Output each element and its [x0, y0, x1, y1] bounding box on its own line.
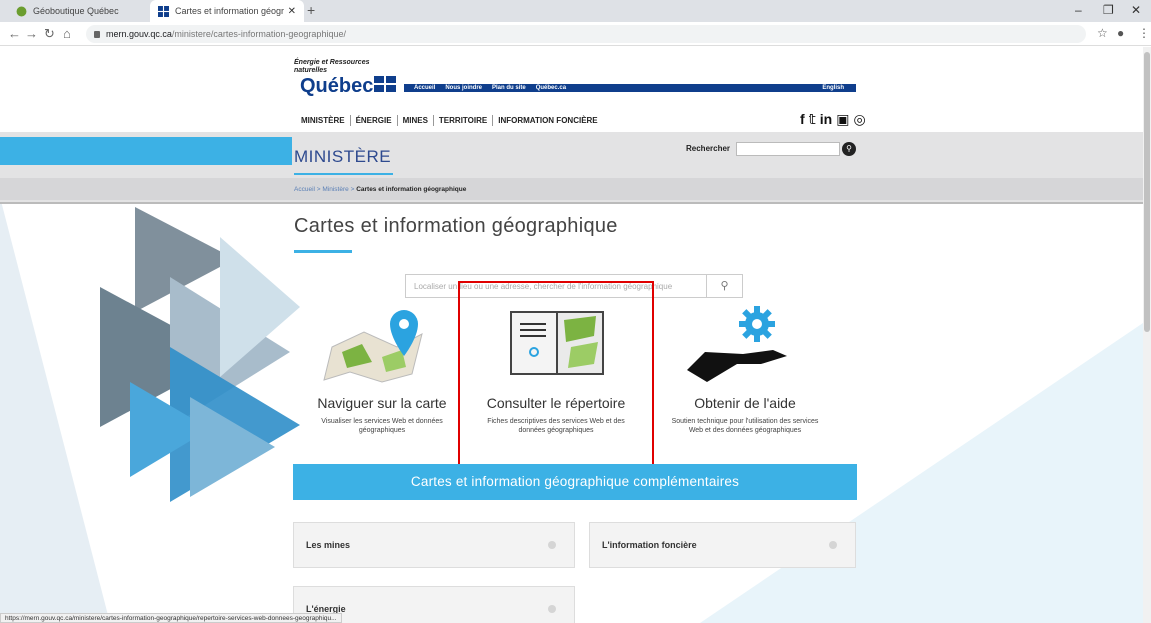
main-nav: MINISTÈRE ÉNERGIE MINES TERRITOIRE INFOR…: [296, 115, 603, 126]
section-accent-bar: [0, 137, 292, 165]
instagram-icon[interactable]: ◎: [853, 111, 865, 128]
quebec-favicon-icon: [158, 5, 169, 17]
forward-icon[interactable]: →: [25, 26, 38, 41]
back-icon[interactable]: ←: [8, 26, 21, 41]
minimize-icon[interactable]: –: [1075, 3, 1082, 17]
site-search-input[interactable]: [736, 142, 840, 156]
card-title: Obtenir de l'aide: [694, 395, 796, 411]
card-aide[interactable]: Obtenir de l'aide Soutien technique pour…: [665, 302, 825, 435]
top-link-accueil[interactable]: Accueil: [414, 85, 435, 91]
expand-icon[interactable]: [548, 605, 556, 613]
social-links: f 𝕥 in ▣ ◎: [800, 111, 866, 128]
card-desc: Soutien technique pour l'utilisation des…: [671, 418, 819, 434]
close-tab-icon[interactable]: ✕: [288, 6, 296, 17]
page-title: Cartes et information géographique: [294, 215, 618, 237]
accordion-label: L'information foncière: [602, 540, 697, 550]
bookmark-star-icon[interactable]: ☆: [1097, 26, 1108, 40]
top-link-quebec-ca[interactable]: Québec.ca: [536, 85, 566, 91]
linkedin-icon[interactable]: in: [820, 111, 832, 128]
scrollbar-thumb[interactable]: [1144, 52, 1150, 332]
expand-icon[interactable]: [548, 541, 556, 549]
english-link[interactable]: English: [822, 85, 844, 91]
twitter-icon[interactable]: 𝕥: [809, 111, 816, 128]
restore-icon[interactable]: ❐: [1103, 3, 1114, 17]
geoboutique-favicon-icon: [16, 6, 27, 16]
close-window-icon[interactable]: ✕: [1131, 3, 1141, 17]
accordion-label: Les mines: [306, 540, 351, 550]
nav-ministere[interactable]: MINISTÈRE: [296, 115, 351, 126]
card-title: Naviguer sur la carte: [317, 395, 447, 411]
lock-icon: [94, 31, 100, 38]
complement-banner[interactable]: Cartes et information géographique compl…: [293, 464, 857, 500]
url-host: mern.gouv.qc.ca: [106, 29, 172, 39]
nav-territoire[interactable]: TERRITOIRE: [434, 115, 494, 126]
divider: [0, 202, 1143, 204]
scrollbar[interactable]: [1143, 47, 1151, 623]
accordion-fonciere[interactable]: L'information foncière: [589, 522, 856, 568]
home-icon[interactable]: ⌂: [63, 26, 71, 41]
quebec-flag-icon: [374, 76, 396, 92]
breadcrumb: Accueil > Ministère > Cartes et informat…: [294, 186, 467, 193]
nav-information-fonciere[interactable]: INFORMATION FONCIÈRE: [493, 115, 602, 126]
site-search-icon[interactable]: ⚲: [842, 142, 856, 156]
tab-cartes[interactable]: Cartes et information géograph... ✕: [150, 0, 304, 22]
card-desc: Visualiser les services Web et données g…: [321, 418, 443, 434]
breadcrumb-current: Cartes et information géographique: [356, 186, 467, 193]
card-naviguer[interactable]: Naviguer sur la carte Visualiser les ser…: [302, 302, 462, 435]
nav-mines[interactable]: MINES: [398, 115, 434, 126]
ministry-name: Énergie et Ressources naturelles: [294, 59, 370, 74]
highlight-box: [458, 281, 654, 491]
breadcrumb-band: [0, 178, 1143, 200]
nav-energie[interactable]: ÉNERGIE: [351, 115, 398, 126]
top-links-bar: Accueil Nous joindre Plan du site Québec…: [404, 84, 856, 92]
hand-gear-icon: [687, 306, 787, 382]
search-label: Rechercher: [686, 144, 731, 153]
url-field[interactable]: mern.gouv.qc.ca/ministere/cartes-informa…: [86, 25, 1086, 43]
section-title: MINISTÈRE: [294, 147, 394, 175]
menu-icon[interactable]: ⋮: [1138, 26, 1150, 40]
map-pin-icon: [323, 310, 423, 383]
top-link-nous-joindre[interactable]: Nous joindre: [445, 85, 482, 91]
youtube-icon[interactable]: ▣: [836, 111, 849, 128]
expand-icon[interactable]: [829, 541, 837, 549]
quebec-logo[interactable]: Québec: [300, 75, 373, 98]
tab-label: Cartes et information géograph...: [175, 6, 284, 16]
status-bar: https://mern.gouv.qc.ca/ministere/cartes…: [0, 613, 342, 623]
breadcrumb-ministere[interactable]: Ministère: [322, 186, 348, 193]
new-tab-icon[interactable]: +: [307, 2, 315, 18]
facebook-icon[interactable]: f: [800, 111, 805, 128]
title-underline: [294, 250, 352, 253]
url-path: /ministere/cartes-information-geographiq…: [171, 29, 346, 39]
top-link-plan-du-site[interactable]: Plan du site: [492, 85, 526, 91]
search-icon[interactable]: ⚲: [706, 275, 742, 297]
tab-strip: Géoboutique Québec Cartes et information…: [0, 0, 1151, 22]
profile-icon[interactable]: ●: [1117, 26, 1124, 40]
accordion-mines[interactable]: Les mines: [293, 522, 575, 568]
page: Énergie et Ressources naturelles Québec …: [0, 47, 1151, 623]
reload-icon[interactable]: ↻: [44, 26, 55, 42]
breadcrumb-accueil[interactable]: Accueil: [294, 186, 315, 193]
address-bar: ← → ↻ ⌂ mern.gouv.qc.ca/ministere/cartes…: [0, 22, 1151, 46]
